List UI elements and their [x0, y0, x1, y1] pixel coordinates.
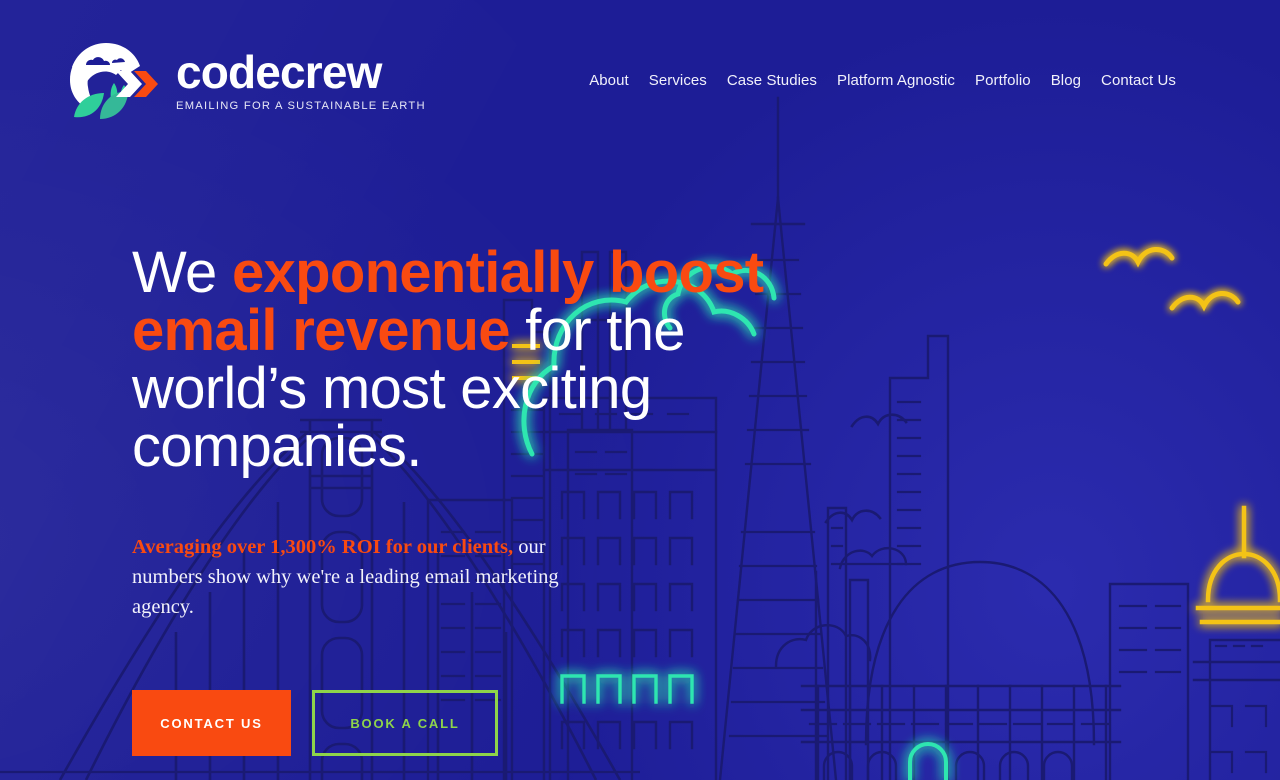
nav-item-platform-agnostic[interactable]: Platform Agnostic — [827, 66, 965, 95]
subheadline-highlight: Averaging over 1,300% ROI for our client… — [132, 536, 514, 558]
nav-item-about[interactable]: About — [579, 66, 639, 95]
book-a-call-button[interactable]: BOOK A CALL — [312, 690, 498, 756]
site-header: codecrew EMAILING FOR A SUSTAINABLE EART… — [0, 0, 1280, 160]
brand-tagline: EMAILING FOR A SUSTAINABLE EARTH — [176, 100, 426, 113]
brand-logo-link[interactable]: codecrew EMAILING FOR A SUSTAINABLE EART… — [60, 39, 426, 121]
glowing-birds-icon — [1103, 247, 1241, 312]
nav-item-contact-us[interactable]: Contact Us — [1091, 66, 1176, 95]
hero-content: We exponentially boost email revenue for… — [132, 244, 832, 622]
nav-item-case-studies[interactable]: Case Studies — [717, 66, 827, 95]
hero-page: codecrew EMAILING FOR A SUSTAINABLE EART… — [0, 0, 1280, 780]
nav-item-services[interactable]: Services — [639, 66, 717, 95]
main-navigation: About Services Case Studies Platform Agn… — [579, 66, 1176, 95]
hero-subheadline: Averaging over 1,300% ROI for our client… — [132, 532, 612, 622]
nav-item-blog[interactable]: Blog — [1041, 66, 1091, 95]
contact-us-button[interactable]: CONTACT US — [132, 690, 291, 756]
earth-leaf-chevron-logo-icon — [70, 43, 158, 119]
nav-item-portfolio[interactable]: Portfolio — [965, 66, 1041, 95]
headline-lead: We — [132, 240, 232, 305]
hero-cta-group: CONTACT US BOOK A CALL — [132, 690, 498, 756]
hero-headline: We exponentially boost email revenue for… — [132, 244, 832, 476]
brand-wordmark: codecrew — [176, 45, 382, 98]
